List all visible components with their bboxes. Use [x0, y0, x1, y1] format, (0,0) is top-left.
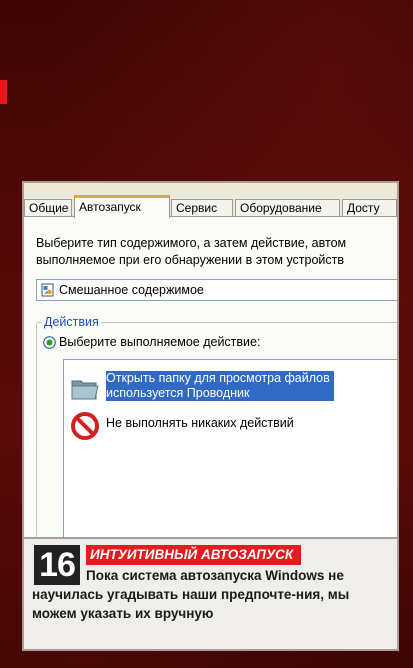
description-line-2: выполняемое при его обнаружении в этом у… — [36, 253, 345, 267]
no-action-icon — [71, 412, 99, 440]
tab-bar: Общие Автозапуск Сервис Оборудование Дос… — [24, 195, 397, 218]
screenshot-frame: Общие Автозапуск Сервис Оборудование Дос… — [22, 181, 399, 651]
tab-general[interactable]: Общие — [24, 199, 72, 217]
description-text: Выберите тип содержимого, а затем действ… — [36, 235, 346, 269]
choose-action-radio[interactable]: Выберите выполняемое действие: — [43, 334, 260, 350]
actions-group: Действия Выберите выполняемое действие: — [36, 314, 397, 571]
action-item-open-folder[interactable]: Открыть папку для просмотра файлов испол… — [64, 370, 397, 406]
caption-text: Пока система автозапуска Windows не науч… — [32, 568, 350, 621]
action-label-line-2: используется Проводник — [106, 386, 250, 400]
mixed-content-icon — [41, 283, 54, 297]
tab-tools[interactable]: Сервис — [171, 199, 233, 217]
folder-icon — [71, 380, 99, 400]
content-type-value: Смешанное содержимое — [59, 283, 204, 297]
caption-headline: ИНТУИТИВНЫЙ АВТОЗАПУСК — [86, 545, 302, 565]
description-line-1: Выберите тип содержимого, а затем действ… — [36, 236, 347, 250]
caption-box: 16 ИНТУИТИВНЫЙ АВТОЗАПУСК Пока система а… — [24, 537, 397, 649]
radio-selected-icon[interactable] — [43, 336, 56, 350]
actions-group-legend: Действия — [42, 314, 101, 330]
action-label: Открыть папку для просмотра файлов испол… — [106, 371, 334, 401]
action-label: Не выполнять никаких действий — [106, 416, 294, 430]
action-item-no-action[interactable]: Не выполнять никаких действий — [64, 408, 397, 444]
tab-sharing[interactable]: Досту — [342, 199, 397, 217]
tab-autoplay[interactable]: Автозапуск — [74, 195, 170, 218]
properties-dialog: Общие Автозапуск Сервис Оборудование Дос… — [24, 183, 397, 571]
content-type-select[interactable]: Смешанное содержимое — [36, 279, 397, 301]
choose-action-label: Выберите выполняемое действие: — [59, 335, 261, 349]
autoplay-panel: Выберите тип содержимого, а затем действ… — [24, 216, 397, 571]
tab-hardware[interactable]: Оборудование — [235, 199, 340, 217]
action-label-line-1: Открыть папку для просмотра файлов — [106, 371, 330, 385]
red-page-marker — [0, 80, 7, 104]
